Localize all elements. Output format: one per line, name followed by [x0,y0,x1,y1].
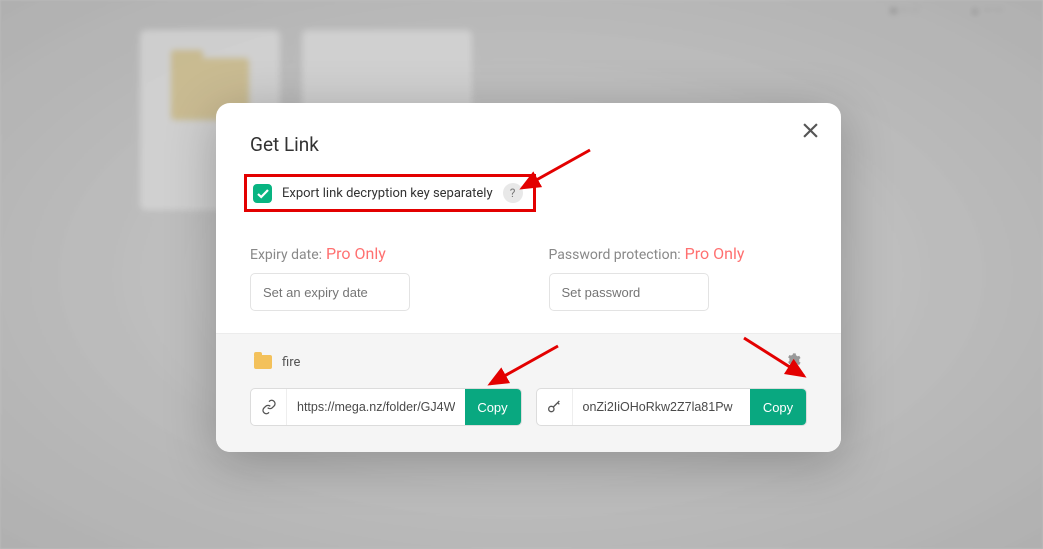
password-label: Password protection: [549,247,681,263]
modal-title: Get Link [250,133,807,156]
password-input[interactable] [549,273,709,311]
key-icon [537,389,573,425]
link-url-group: Copy [250,388,522,426]
link-url-input[interactable] [287,389,465,425]
help-button[interactable]: ? [503,183,523,203]
options-row: Expiry date: Pro Only Password protectio… [250,244,807,311]
export-key-label: Export link decryption key separately [282,186,493,201]
link-icon [251,389,287,425]
item-name: fire [282,355,300,370]
password-option: Password protection: Pro Only [549,244,808,311]
close-button[interactable] [797,119,823,145]
expiry-option: Expiry date: Pro Only [250,244,509,311]
key-group: Copy [536,388,808,426]
copy-link-button[interactable]: Copy [465,389,521,425]
modal-footer: fire Copy [216,333,841,452]
question-icon: ? [510,186,516,200]
check-icon [257,184,269,203]
expiry-label: Expiry date: [250,247,322,263]
gear-icon [785,352,801,372]
get-link-modal: Get Link Export link decryption key sepa… [216,103,841,452]
settings-button[interactable] [783,352,803,372]
pro-only-badge: Pro Only [326,244,386,263]
folder-icon [254,355,272,369]
pro-only-badge: Pro Only [685,244,745,263]
expiry-date-input[interactable] [250,273,410,311]
copy-key-button[interactable]: Copy [750,389,806,425]
key-input[interactable] [573,389,751,425]
export-key-checkbox[interactable] [253,184,272,203]
close-icon [803,123,818,142]
export-option-highlight: Export link decryption key separately ? [244,174,536,212]
